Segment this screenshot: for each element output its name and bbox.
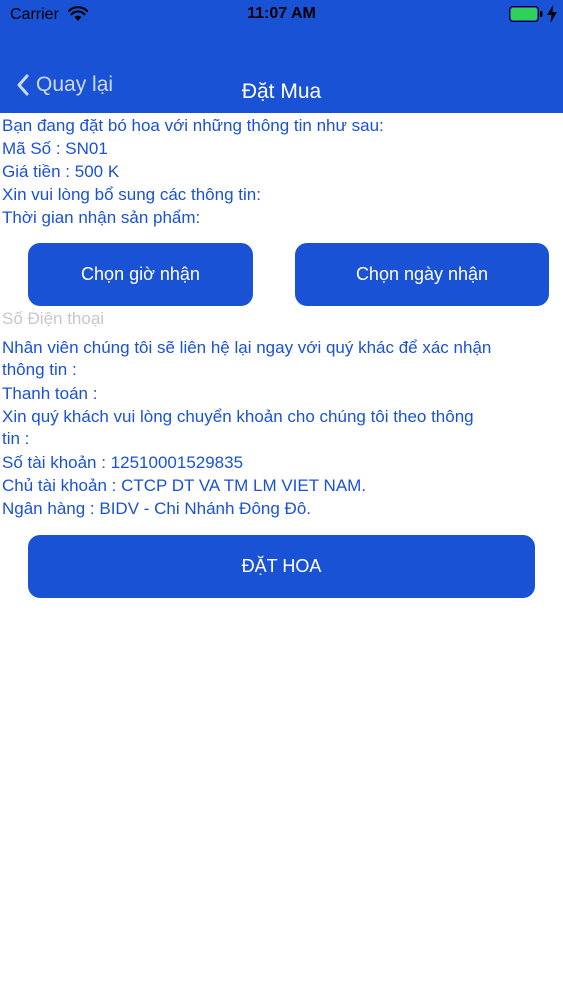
phone-field[interactable]: [2, 307, 542, 331]
product-price: Giá tiền : 500 K: [2, 162, 120, 181]
status-time: 11:07 AM: [247, 5, 316, 22]
payment-label: Thanh toán :: [2, 384, 98, 403]
choose-time-button[interactable]: Chọn giờ nhận: [28, 243, 253, 306]
account-number: Số tài khoản : 12510001529835: [2, 453, 244, 472]
product-code: Mã Số : SN01: [2, 139, 108, 158]
contact-text-line2: thông tin :: [2, 360, 77, 379]
transfer-text-line1: Xin quý khách vui lòng chuyển khoản cho …: [2, 407, 474, 426]
bank-name: Ngân hàng : BIDV - Chi Nhánh Đông Đô.: [2, 499, 312, 518]
battery-icon: [509, 6, 543, 22]
choose-date-button[interactable]: Chọn ngày nhận: [295, 243, 549, 306]
charging-bolt-icon: [547, 5, 557, 23]
page-title: Đặt Mua: [241, 80, 322, 103]
transfer-text-line2: tin :: [2, 429, 30, 448]
account-owner: Chủ tài khoản : CTCP DT VA TM LM VIET NA…: [2, 476, 367, 495]
intro-text: Bạn đang đặt bó hoa với những thông tin …: [2, 116, 384, 135]
status-bar: Carrier 11:07 AM: [0, 0, 563, 30]
nav-header: Carrier 11:07 AM Quay lại Đặt Mua: [0, 0, 563, 113]
receive-time-label: Thời gian nhận sản phẩm:: [2, 208, 201, 227]
order-flower-button[interactable]: ĐẶT HOA: [28, 535, 535, 598]
contact-text-line1: Nhân viên chúng tôi sẽ liên hệ lại ngay …: [2, 338, 492, 357]
supplement-text: Xin vui lòng bổ sung các thông tin:: [2, 185, 261, 204]
